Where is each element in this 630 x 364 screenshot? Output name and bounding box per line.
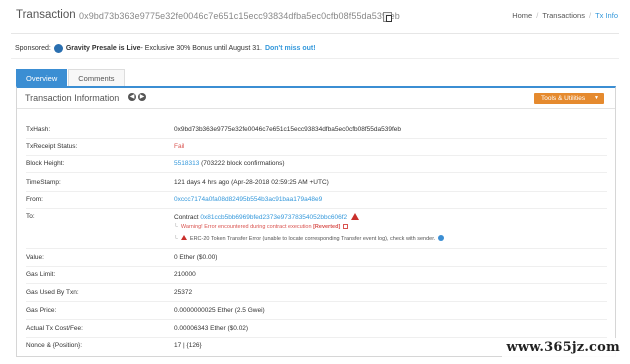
gas-limit-value: 210000	[174, 271, 196, 278]
contract-address-link[interactable]: 0x81ccb5bb6969bfed2373e97378354052bbc606…	[200, 214, 347, 221]
page-header: Transaction 0x9bd73b363e9775e32fe0046c7e…	[16, 9, 618, 25]
row-label: Value:	[26, 254, 44, 261]
tx-cost-value: 0.00006343 Ether ($0.02)	[174, 325, 249, 332]
divider	[26, 155, 607, 156]
breadcrumb-home[interactable]: Home	[512, 11, 532, 20]
breadcrumb-transactions[interactable]: Transactions	[542, 11, 585, 20]
tools-button-label: Tools & Utilities	[541, 95, 586, 102]
next-tx-icon[interactable]: ▶	[138, 93, 146, 101]
gas-used-value: 25372	[174, 289, 193, 296]
divider	[26, 266, 607, 267]
breadcrumb-tx-info: Tx Info	[595, 11, 618, 20]
divider	[26, 172, 607, 173]
sponsored-banner: Sponsored: Gravity Presale is Live - Exc…	[15, 44, 316, 53]
page-title: Transaction	[16, 9, 76, 21]
divider	[26, 191, 607, 192]
row-label: Actual Tx Cost/Fee:	[26, 325, 83, 332]
previous-tx-icon[interactable]: ◀	[128, 93, 136, 101]
block-confirmations: (703222 block confirmations)	[199, 160, 285, 167]
tree-branch-icon: └	[174, 236, 178, 242]
divider	[26, 283, 607, 284]
to-value: Contract 0x81ccb5bb6969bfed2373e97378354…	[174, 213, 360, 221]
row-label: Gas Price:	[26, 307, 57, 314]
revert-warning-text: Warning! Error encountered during contra…	[180, 224, 314, 230]
tab-comments[interactable]: Comments	[68, 69, 125, 86]
copy-icon[interactable]	[383, 12, 392, 22]
row-label: Gas Used By Txn:	[26, 289, 79, 296]
tree-branch-icon: └	[174, 224, 178, 230]
tx-nav: ◀ ▶	[128, 93, 148, 101]
divider	[26, 319, 607, 320]
from-address-link[interactable]: 0xccc7174a0fa08d82495b554b3ac91baa179a48…	[174, 196, 322, 203]
from-value: 0xccc7174a0fa08d82495b554b3ac91baa179a48…	[174, 196, 322, 203]
reverted-label: [Reverted]	[313, 224, 341, 230]
sponsor-brand[interactable]: Gravity Presale is Live	[66, 45, 141, 52]
erc20-error-text: ERC-20 Token Transfer Error (unable to l…	[189, 236, 436, 242]
warning-icon	[351, 213, 360, 220]
info-icon[interactable]	[438, 235, 445, 241]
row-label: TxReceipt Status:	[26, 143, 78, 150]
row-label: TxHash:	[26, 126, 51, 133]
sponsor-cta-link[interactable]: Don't miss out!	[265, 45, 316, 52]
contract-prefix: Contract	[174, 214, 201, 221]
erc20-error: └ ERC-20 Token Transfer Error (unable to …	[174, 235, 445, 242]
row-label: Nonce & {Position}:	[26, 342, 83, 349]
row-label: From:	[26, 196, 43, 203]
block-link[interactable]: 5518313	[174, 160, 199, 167]
row-label: TimeStamp:	[26, 179, 61, 186]
divider	[11, 58, 619, 59]
timestamp-value: 121 days 4 hrs ago (Apr-28-2018 02:59:25…	[174, 179, 329, 186]
header-tx-hash: 0x9bd73b363e9775e32fe0046c7e651c15ecc938…	[79, 11, 400, 21]
row-label: Block Height:	[26, 160, 65, 167]
tab-overview[interactable]: Overview	[16, 69, 68, 86]
sponsored-label: Sponsored:	[15, 45, 51, 52]
divider	[11, 33, 619, 34]
panel-header: Transaction Information ◀ ▶ Tools & Util…	[17, 88, 615, 109]
divider	[26, 248, 607, 249]
row-label: To:	[26, 213, 35, 220]
sponsor-text: - Exclusive 30% Bonus until August 31.	[140, 45, 262, 52]
chevron-down-icon: ▼	[594, 95, 599, 101]
value-amount: 0 Ether ($0.00)	[174, 254, 218, 261]
tools-utilities-button[interactable]: Tools & Utilities ▼	[534, 93, 604, 104]
breadcrumb: Home / Transactions / Tx Info	[512, 11, 618, 20]
panel-title: Transaction Information	[25, 93, 120, 103]
info-box-icon	[343, 224, 349, 229]
divider	[26, 208, 607, 209]
watermark: www.365jz.com	[502, 338, 624, 358]
warning-icon	[180, 235, 187, 240]
txhash-value: 0x9bd73b363e9775e32fe0046c7e651c15ecc938…	[174, 126, 401, 133]
gravity-logo-icon	[53, 44, 63, 53]
nonce-value: 17 | {126}	[174, 342, 202, 349]
row-label: Gas Limit:	[26, 271, 56, 278]
tab-bar: Overview Comments	[16, 69, 126, 86]
revert-warning: └ Warning! Error encountered during contr…	[174, 224, 351, 230]
watermark-text: www.365jz.com	[506, 340, 620, 355]
block-value: 5518313 (703222 block confirmations)	[174, 160, 285, 167]
transaction-panel: Transaction Information ◀ ▶ Tools & Util…	[16, 86, 616, 357]
divider	[26, 138, 607, 139]
gas-price-value: 0.0000000025 Ether (2.5 Gwei)	[174, 307, 265, 314]
divider	[26, 301, 607, 302]
status-fail: Fail	[174, 143, 185, 150]
